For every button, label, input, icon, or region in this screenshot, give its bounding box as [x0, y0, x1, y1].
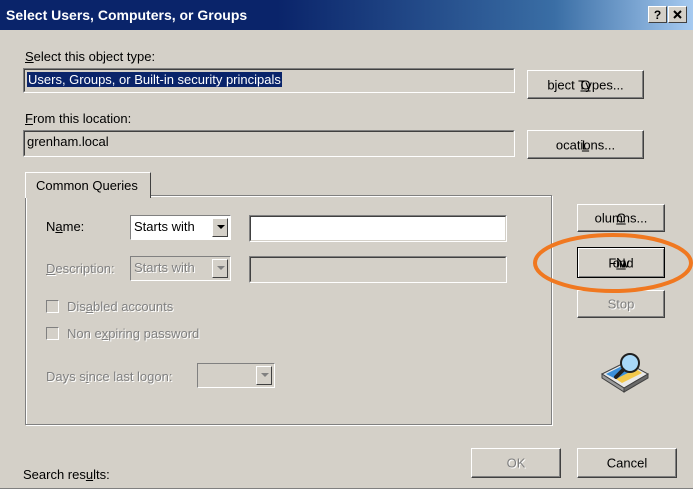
- search-results-label: Search results:: [23, 467, 110, 482]
- object-type-label: Select this object type:: [25, 49, 156, 64]
- disabled-accounts-checkbox: [46, 300, 59, 313]
- close-button[interactable]: [668, 6, 687, 23]
- description-input: [249, 256, 507, 283]
- object-type-value: Users, Groups, or Built-in security prin…: [27, 72, 282, 87]
- non-expiring-password-label: Non expiring password: [67, 326, 200, 341]
- days-since-logon-label: Days since last logon:: [46, 369, 173, 384]
- name-mode-select[interactable]: Starts with: [130, 215, 231, 240]
- ok-button: OK: [471, 448, 561, 478]
- object-type-field: Users, Groups, or Built-in security prin…: [23, 68, 515, 93]
- locations-button[interactable]: Locations...: [527, 130, 644, 159]
- days-since-logon-select: [197, 363, 275, 388]
- description-mode-select: Starts with: [130, 256, 231, 281]
- highlight-annotation: [533, 233, 693, 293]
- help-button[interactable]: ?: [648, 6, 667, 23]
- cancel-button[interactable]: Cancel: [577, 448, 677, 478]
- magnifier-search-icon: [600, 353, 650, 393]
- non-expiring-password-checkbox: [46, 327, 59, 340]
- disabled-accounts-label: Disabled accounts: [67, 299, 174, 314]
- location-value: grenham.local: [27, 134, 109, 149]
- window-title: Select Users, Computers, or Groups: [6, 7, 248, 23]
- tab-common-queries[interactable]: Common Queries: [25, 172, 151, 198]
- close-icon: [673, 10, 682, 19]
- name-label: Name:: [46, 219, 85, 234]
- object-types-button[interactable]: Object Types...: [527, 70, 644, 99]
- select-users-dialog: Select Users, Computers, or Groups ? Sel…: [0, 0, 693, 495]
- chevron-down-icon: [212, 259, 228, 278]
- location-field: grenham.local: [23, 130, 515, 157]
- chevron-down-icon[interactable]: [212, 218, 228, 237]
- name-mode-value: Starts with: [134, 219, 195, 234]
- description-mode-value: Starts with: [134, 260, 195, 275]
- search-results-list[interactable]: [0, 488, 693, 495]
- name-input[interactable]: [249, 215, 507, 242]
- location-label: From this location:: [25, 111, 132, 126]
- chevron-down-icon: [256, 366, 272, 385]
- description-label: Description:: [46, 261, 115, 276]
- columns-button[interactable]: Columns...: [577, 204, 665, 232]
- title-bar: Select Users, Computers, or Groups ?: [0, 0, 693, 30]
